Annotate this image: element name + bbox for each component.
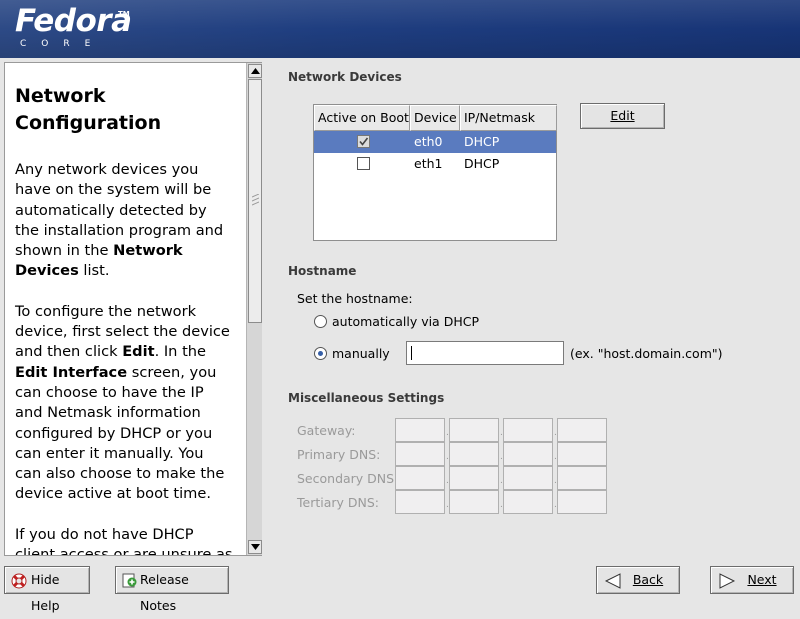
column-header-active-on-boot[interactable]: Active on Boot (314, 105, 410, 131)
release-notes-label: Release Notes (140, 572, 189, 613)
ip-cell: DHCP (464, 156, 500, 171)
arrow-down-icon (251, 544, 260, 550)
arrow-right-icon (719, 573, 735, 589)
release-notes-button[interactable]: Release Notes (115, 566, 229, 613)
column-header-ip-netmask[interactable]: IP/Netmask (460, 105, 557, 131)
gateway-label: Gateway: (297, 423, 356, 438)
primary-dns-octet-1-input[interactable] (395, 442, 445, 466)
grip-icon (252, 194, 259, 206)
scroll-down-button[interactable] (248, 540, 262, 554)
help-scrollbar[interactable] (246, 63, 262, 555)
secondary-dns-octet-4-input[interactable] (557, 466, 607, 490)
edit-button[interactable]: Edit (580, 103, 665, 129)
active-on-boot-checkbox[interactable] (357, 135, 370, 148)
back-label: Back (632, 572, 664, 587)
tertiary-dns-octet-1-input[interactable] (395, 490, 445, 514)
help-text: Network Configuration Any network device… (5, 63, 243, 555)
column-header-device[interactable]: Device (410, 105, 460, 131)
secondary-dns-label: Secondary DNS: (297, 471, 399, 486)
arrow-up-icon (251, 68, 260, 74)
scroll-up-button[interactable] (248, 64, 262, 78)
scroll-thumb[interactable] (248, 79, 262, 323)
ip-cell: DHCP (464, 134, 500, 149)
add-document-icon (122, 573, 137, 588)
gateway-octet-3-input[interactable] (503, 418, 553, 442)
radio-manual-label[interactable]: manually (332, 346, 390, 361)
primary-dns-octet-4-input[interactable] (557, 442, 607, 466)
primary-dns-octet-2-input[interactable] (449, 442, 499, 466)
primary-dns-octet-3-input[interactable] (503, 442, 553, 466)
hostname-prompt: Set the hostname: (297, 291, 413, 306)
fedora-core-wordmark: CORE (20, 39, 106, 49)
device-cell: eth1 (414, 156, 443, 171)
secondary-dns-octet-1-input[interactable] (395, 466, 445, 490)
help-paragraph-2: To configure the network device, first s… (15, 302, 230, 503)
gateway-octet-4-input[interactable] (557, 418, 607, 442)
radio-manual[interactable] (314, 347, 327, 360)
gateway-octet-2-input[interactable] (449, 418, 499, 442)
hostname-example: (ex. "host.domain.com") (570, 346, 723, 361)
hide-help-button[interactable]: Hide Help (4, 566, 90, 613)
primary-dns-label: Primary DNS: (297, 447, 381, 462)
secondary-dns-octet-2-input[interactable] (449, 466, 499, 490)
network-devices-heading: Network Devices (288, 70, 402, 84)
tertiary-dns-octet-2-input[interactable] (449, 490, 499, 514)
device-cell: eth0 (414, 134, 443, 149)
table-row[interactable]: eth0 DHCP (314, 131, 556, 153)
tertiary-dns-octet-4-input[interactable] (557, 490, 607, 514)
tertiary-dns-octet-3-input[interactable] (503, 490, 553, 514)
header-banner: Fedora TM CORE (0, 0, 800, 58)
next-label: Next (747, 572, 777, 587)
help-paragraph-3: If you do not have DHCP client access or… (15, 525, 233, 555)
lifebuoy-icon (11, 573, 27, 589)
help-pane: Network Configuration Any network device… (4, 62, 262, 556)
help-title: Network Configuration (15, 85, 162, 134)
radio-dhcp-label[interactable]: automatically via DHCP (332, 314, 479, 329)
arrow-left-icon (605, 573, 621, 589)
misc-settings-heading: Miscellaneous Settings (288, 391, 445, 405)
next-button[interactable]: Next (710, 566, 794, 594)
table-row[interactable]: eth1 DHCP (314, 153, 556, 175)
edit-button-label: Edit (610, 108, 635, 123)
tertiary-dns-label: Tertiary DNS: (297, 495, 380, 510)
back-button[interactable]: Back (596, 566, 680, 594)
secondary-dns-octet-3-input[interactable] (503, 466, 553, 490)
active-on-boot-checkbox[interactable] (357, 157, 370, 170)
hostname-heading: Hostname (288, 264, 357, 278)
trademark-mark: TM (118, 10, 130, 18)
network-devices-table[interactable]: Active on Boot Device IP/Netmask eth0 DH… (313, 104, 557, 241)
hostname-input[interactable] (406, 341, 564, 365)
fedora-logo: Fedora (15, 3, 132, 39)
help-paragraph-1: Any network devices you have on the syst… (15, 161, 224, 280)
gateway-octet-1-input[interactable] (395, 418, 445, 442)
radio-dhcp[interactable] (314, 315, 327, 328)
hide-help-label: Hide Help (31, 572, 60, 613)
checkmark-icon (359, 137, 369, 146)
